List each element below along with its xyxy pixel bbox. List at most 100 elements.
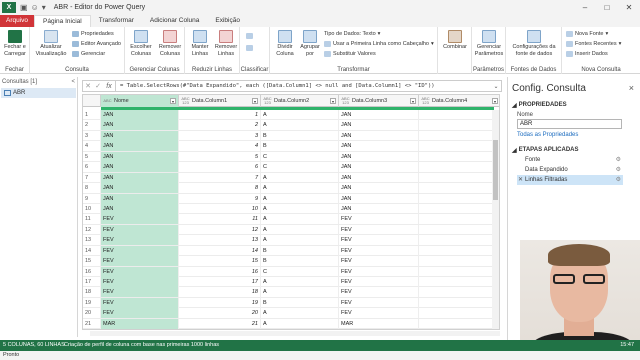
column-header-data-column1[interactable]: ABC 123 Data.Column1 ▾ [179,95,261,107]
filter-dropdown-icon[interactable]: ▾ [170,98,176,104]
table-cell[interactable]: FEV [339,277,419,287]
minimize-icon[interactable]: – [574,0,596,15]
table-cell[interactable]: A [261,308,339,319]
table-cell[interactable]: FEV [101,297,179,308]
filter-dropdown-icon[interactable]: ▾ [410,98,416,104]
table-cell[interactable]: JAN [101,130,179,141]
table-cell[interactable]: A [261,329,339,330]
table-cell[interactable]: FEV [339,308,419,319]
table-cell[interactable]: JAN [339,110,419,120]
maximize-icon[interactable]: □ [596,0,618,15]
refresh-preview-button[interactable]: Atualizar Visualização [33,30,69,57]
table-cell[interactable]: JAN [101,120,179,131]
filter-dropdown-icon[interactable]: ▾ [252,98,258,104]
table-cell[interactable] [419,224,494,235]
table-cell[interactable]: FEV [101,256,179,267]
table-cell[interactable]: C [261,162,339,173]
table-cell[interactable] [419,130,494,141]
horizontal-scrollbar[interactable] [90,331,500,336]
filter-dropdown-icon[interactable]: ▾ [492,98,498,104]
table-cell[interactable] [419,172,494,183]
table-cell[interactable]: A [261,224,339,235]
delete-step-icon[interactable]: ✕ [518,175,523,185]
filter-dropdown-icon[interactable]: ▾ [330,98,336,104]
table-cell[interactable]: 19 [179,297,261,308]
table-cell[interactable]: A [261,214,339,225]
table-cell[interactable]: C [261,266,339,277]
table-cell[interactable]: 7 [179,172,261,183]
sort-ascending-button[interactable] [246,33,253,39]
table-cell[interactable]: A [261,318,339,329]
table-cell[interactable]: MAR [339,318,419,329]
dropdown-icon[interactable]: ▾ [42,3,46,12]
table-cell[interactable]: 8 [179,183,261,194]
table-cell[interactable]: JAN [101,203,179,214]
table-cell[interactable] [419,256,494,267]
table-cell[interactable] [419,110,494,120]
table-cell[interactable] [419,308,494,319]
table-cell[interactable]: 2 [179,120,261,131]
recent-sources-button[interactable]: Fontes Recentes ▾ [566,41,621,47]
table-cell[interactable]: JAN [339,183,419,194]
column-header-nome[interactable]: ABC Nome ▾ [101,95,179,107]
table-cell[interactable]: B [261,256,339,267]
table-cell[interactable]: A [261,110,339,120]
table-cell[interactable]: FEV [101,224,179,235]
table-cell[interactable]: JAN [101,141,179,152]
table-cell[interactable] [419,297,494,308]
gear-icon[interactable]: ⚙ [616,155,621,165]
table-cell[interactable]: FEV [339,256,419,267]
combine-button[interactable]: Combinar [440,30,470,51]
table-cell[interactable]: JAN [101,110,179,120]
step-data-expandido[interactable]: Data Expandido ⚙ [517,165,623,175]
table-cell[interactable]: 5 [179,151,261,162]
table-cell[interactable]: JAN [339,162,419,173]
tab-arquivo[interactable]: Arquivo [0,15,35,27]
confirm-formula-icon[interactable]: ✓ [93,82,103,90]
column-header-data-column4[interactable]: ABC 123 Data.Column4 ▾ [419,95,499,107]
table-cell[interactable] [419,162,494,173]
table-cell[interactable]: B [261,245,339,256]
table-cell[interactable]: 13 [179,235,261,246]
table-cell[interactable] [419,318,494,329]
enter-data-button[interactable]: Inserir Dados [566,51,608,57]
tab-adicionar-coluna[interactable]: Adicionar Coluna [142,15,208,27]
table-cell[interactable] [419,151,494,162]
table-cell[interactable]: FEV [339,235,419,246]
replace-values-button[interactable]: Substituir Valores [324,51,376,57]
first-row-header-button[interactable]: Usar a Primeira Linha como Cabeçalho ▾ [324,41,434,47]
remove-columns-button[interactable]: Remover Colunas [156,30,184,57]
table-cell[interactable]: JAN [101,151,179,162]
table-cell[interactable]: 10 [179,203,261,214]
table-cell[interactable]: 9 [179,193,261,204]
table-cell[interactable]: A [261,193,339,204]
table-cell[interactable] [419,329,494,330]
applied-steps-section[interactable]: ◢ ETAPAS APLICADAS [508,141,640,155]
table-cell[interactable]: A [261,203,339,214]
all-properties-link[interactable]: Todas as Propriedades [508,129,640,141]
table-cell[interactable]: FEV [339,214,419,225]
table-cell[interactable]: FEV [339,266,419,277]
table-cell[interactable]: FEV [339,297,419,308]
close-icon[interactable]: × [629,83,634,93]
table-cell[interactable]: FEV [339,224,419,235]
table-cell[interactable] [419,277,494,287]
table-cell[interactable]: B [261,141,339,152]
tab-exibicao[interactable]: Exibição [207,15,248,27]
table-cell[interactable]: MAR [339,329,419,330]
query-item-abr[interactable]: ABR [1,88,76,98]
table-cell[interactable] [419,193,494,204]
remove-rows-button[interactable]: Remover Linhas [213,30,239,57]
table-cell[interactable]: JAN [101,162,179,173]
table-cell[interactable]: JAN [101,193,179,204]
table-cell[interactable]: JAN [339,151,419,162]
query-name-input[interactable]: ABR [517,119,622,129]
table-cell[interactable] [419,141,494,152]
vertical-scrollbar[interactable] [492,110,499,329]
table-cell[interactable]: A [261,235,339,246]
table-cell[interactable]: FEV [339,287,419,298]
sort-descending-button[interactable] [246,45,253,51]
table-cell[interactable]: 6 [179,162,261,173]
collapse-icon[interactable]: < [71,79,75,85]
table-cell[interactable]: JAN [101,172,179,183]
